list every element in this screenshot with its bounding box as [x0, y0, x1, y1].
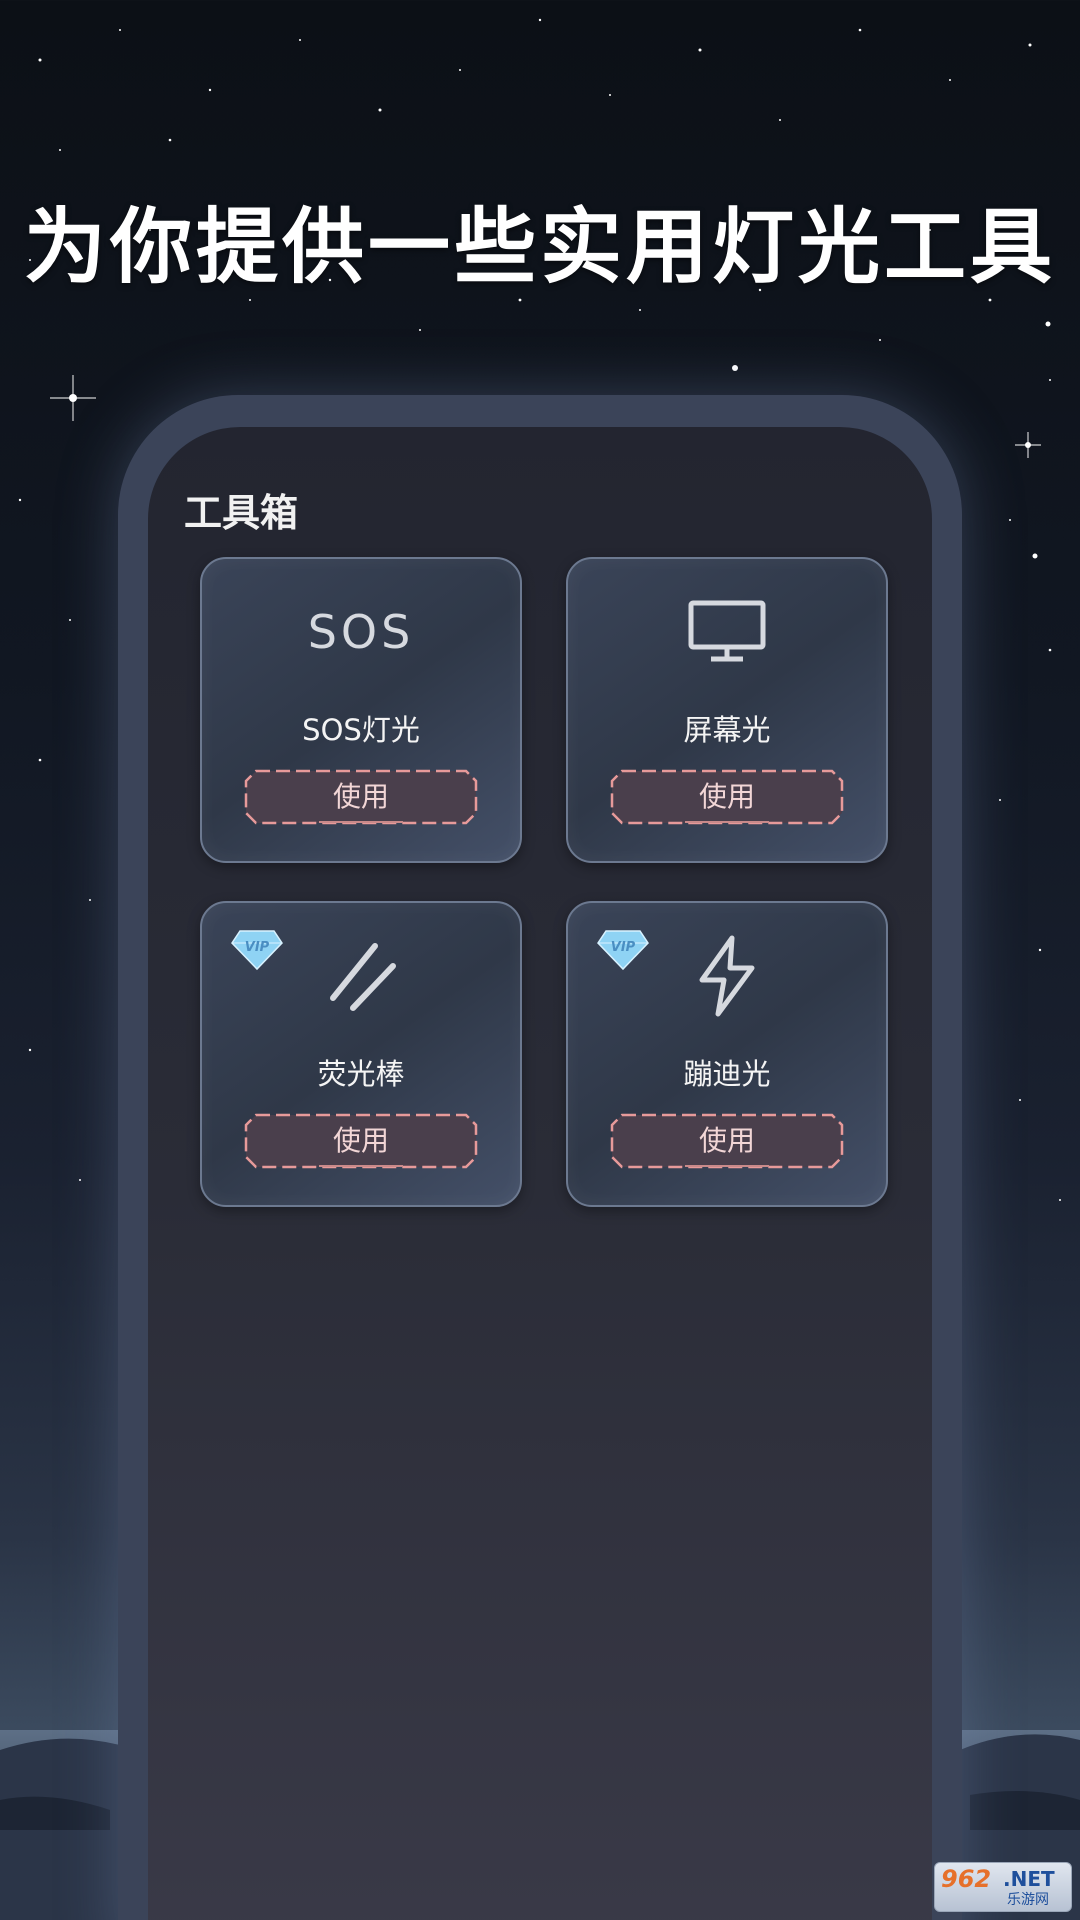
tool-card-disco-light[interactable]: VIP 蹦迪光 使用 [566, 901, 888, 1207]
headline: 为你提供一些实用灯光工具 [23, 200, 1056, 295]
tool-card-label: SOS灯光 [302, 713, 420, 747]
use-button[interactable]: 使用 [610, 769, 844, 825]
lightning-icon [568, 935, 886, 1017]
tool-card-sos[interactable]: SOS SOS灯光 使用 [200, 557, 522, 863]
use-button[interactable]: 使用 [244, 1113, 478, 1169]
use-button[interactable]: 使用 [610, 1113, 844, 1169]
section-title: 工具箱 [184, 491, 299, 535]
sos-icon: SOS [307, 605, 415, 659]
phone-screen: 工具箱 SOS SOS灯光 使用 屏幕光 使用 VIP 荧光棒 使用 VIP 蹦… [148, 427, 932, 1920]
use-button[interactable]: 使用 [244, 769, 478, 825]
tool-card-label: 屏幕光 [683, 713, 771, 747]
glow-stick-icon [202, 941, 520, 1011]
monitor-icon [568, 597, 886, 667]
site-watermark: 962 .NET 乐游网 [934, 1862, 1072, 1912]
tool-card-label: 荧光棒 [317, 1057, 405, 1091]
tool-card-glow-stick[interactable]: VIP 荧光棒 使用 [200, 901, 522, 1207]
tool-card-label: 蹦迪光 [683, 1057, 771, 1091]
phone-frame: 工具箱 SOS SOS灯光 使用 屏幕光 使用 VIP 荧光棒 使用 VIP 蹦… [118, 395, 962, 1920]
tool-card-screen-light[interactable]: 屏幕光 使用 [566, 557, 888, 863]
